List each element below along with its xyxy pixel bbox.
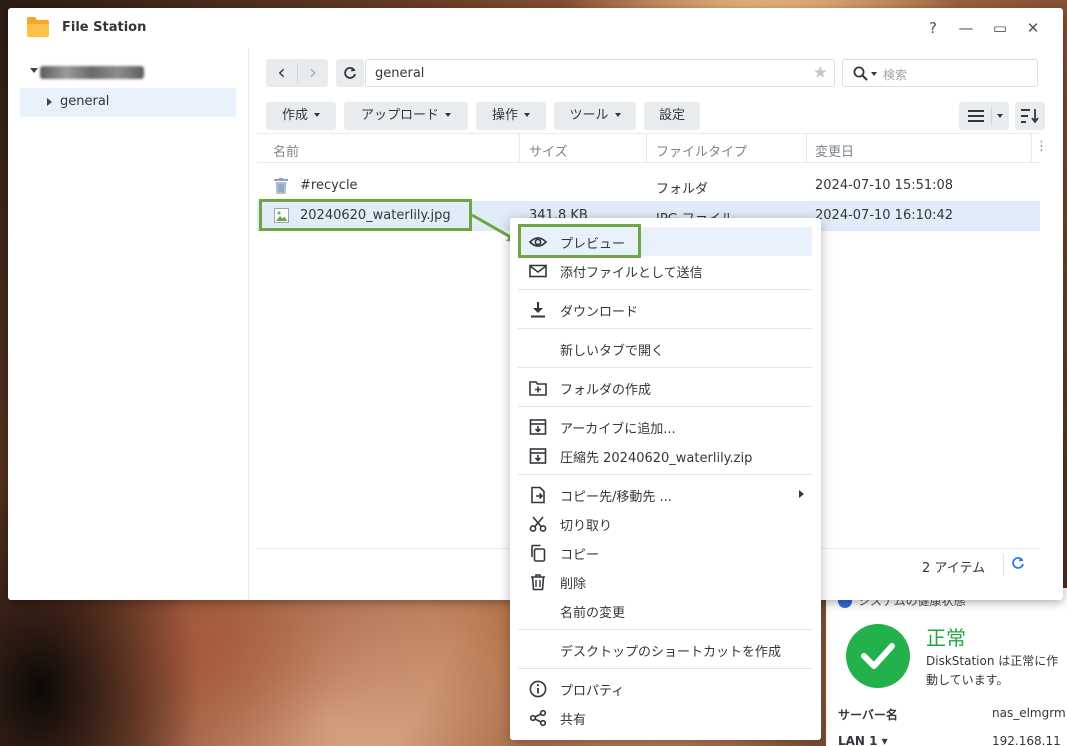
nav-group: ‹ ›: [266, 59, 328, 87]
tools-button[interactable]: ツール: [554, 102, 636, 130]
upload-button[interactable]: アップロード: [344, 102, 468, 130]
menu-item-copy-move[interactable]: コピー先/移動先 ...: [518, 480, 812, 509]
column-divider: [806, 134, 807, 163]
help-button[interactable]: ?: [923, 18, 943, 38]
menu-item-properties[interactable]: プロパティ: [518, 674, 812, 703]
back-button[interactable]: ‹: [266, 59, 297, 87]
scissors-icon: [529, 516, 547, 532]
file-modified: 2024-07-10 15:51:08: [815, 178, 954, 193]
menu-separator: [518, 668, 812, 669]
column-options-icon[interactable]: ⋮: [1035, 139, 1048, 154]
column-name[interactable]: 名前: [273, 141, 299, 160]
column-divider: [519, 134, 520, 163]
tree-item-general[interactable]: general: [20, 88, 236, 117]
column-type[interactable]: ファイルタイプ: [656, 141, 747, 160]
menu-separator: [518, 629, 812, 630]
status-separator: [1003, 554, 1004, 576]
menu-item-create-folder[interactable]: フォルダの作成: [518, 373, 812, 402]
folder-plus-icon: [529, 381, 547, 396]
copy-icon: [531, 544, 546, 562]
redacted-server-name: [40, 66, 144, 79]
menu-item-rename[interactable]: 名前の変更: [518, 596, 812, 625]
menu-item-add-archive[interactable]: アーカイブに追加...: [518, 412, 812, 441]
file-highlight-box: [259, 199, 472, 231]
path-bar[interactable]: general ★: [365, 59, 835, 87]
expand-caret-icon[interactable]: [30, 68, 38, 73]
folder-tree-pane: general: [8, 48, 249, 600]
menu-separator: [518, 474, 812, 475]
lan-label[interactable]: LAN 1 ▾: [838, 734, 888, 746]
mail-icon: [529, 264, 547, 278]
forward-button[interactable]: ›: [298, 59, 328, 87]
column-divider: [1031, 134, 1032, 163]
server-name-value: nas_elmgrm: [992, 706, 1066, 720]
view-mode-button[interactable]: [959, 102, 1009, 130]
view-dropdown-caret[interactable]: [997, 114, 1003, 118]
trash-icon: [531, 574, 545, 591]
menu-item-share[interactable]: 共有: [518, 703, 812, 732]
submenu-arrow-icon: [799, 490, 804, 498]
menu-item-delete[interactable]: 削除: [518, 567, 812, 596]
file-type: フォルダ: [656, 182, 709, 197]
file-name: #recycle: [300, 178, 358, 193]
item-count: 2 アイテム: [922, 561, 986, 576]
preview-highlight-box: [518, 224, 641, 258]
favorite-star-icon[interactable]: ★: [813, 63, 828, 83]
file-list-header: 名前 サイズ ファイルタイプ 変更日 ⋮: [257, 133, 1048, 163]
create-button[interactable]: 作成: [266, 102, 336, 130]
search-input[interactable]: 検索: [842, 59, 1038, 87]
minimize-button[interactable]: —: [956, 18, 976, 38]
window-title: File Station: [62, 20, 147, 35]
health-description: DiskStation は正常に作動しています。: [926, 654, 1059, 687]
health-status: 正常: [926, 626, 966, 650]
refresh-button[interactable]: [336, 59, 364, 87]
tree-item-label: general: [60, 94, 110, 109]
title-bar[interactable]: File Station ? — ▭ ✕: [8, 8, 1063, 48]
menu-separator: [518, 328, 812, 329]
file-modified: 2024-07-10 16:10:42: [815, 208, 954, 223]
folder-app-icon: [27, 17, 49, 37]
recycle-bin-icon: [274, 178, 288, 194]
menu-separator: [518, 406, 812, 407]
download-icon: [531, 302, 545, 318]
info-circle-icon: [529, 680, 547, 698]
table-row[interactable]: #recycle フォルダ 2024-07-10 15:51:08: [257, 171, 1040, 201]
menu-separator: [518, 367, 812, 368]
menu-item-compress-to[interactable]: 圧縮先 20240620_waterlily.zip: [518, 441, 812, 470]
archive-icon: [529, 448, 547, 464]
path-text: general: [375, 66, 425, 81]
menu-item-download[interactable]: ダウンロード: [518, 295, 812, 324]
menu-separator: [518, 289, 812, 290]
menu-item-open-new-tab[interactable]: 新しいタブで開く: [518, 334, 812, 363]
ok-check-icon: [846, 624, 910, 688]
sort-button[interactable]: [1015, 102, 1045, 130]
refresh-icon: [344, 67, 356, 79]
maximize-button[interactable]: ▭: [990, 18, 1010, 38]
view-divider: [991, 106, 992, 126]
column-size[interactable]: サイズ: [529, 141, 568, 160]
share-icon: [529, 709, 547, 727]
action-button[interactable]: 操作: [476, 102, 546, 130]
lan-value: 192.168.11: [992, 734, 1061, 746]
search-placeholder: 検索: [883, 68, 908, 82]
close-button[interactable]: ✕: [1023, 18, 1043, 38]
archive-icon: [529, 419, 547, 435]
column-divider: [646, 134, 647, 163]
menu-item-send-email[interactable]: 添付ファイルとして送信: [518, 256, 812, 285]
settings-button[interactable]: 設定: [644, 102, 700, 130]
list-refresh-icon[interactable]: [1011, 556, 1025, 570]
list-view-icon: [968, 110, 984, 122]
collapse-caret-icon[interactable]: [47, 98, 52, 106]
server-name-label: サーバー名: [838, 708, 898, 722]
search-dropdown-caret[interactable]: [871, 72, 877, 76]
copy-to-icon: [531, 486, 545, 504]
system-health-widget: システムの健康状態 正常 DiskStation は正常に作動しています。 サー…: [826, 588, 1067, 746]
sort-icon: [1021, 109, 1039, 123]
search-icon: [853, 66, 868, 81]
menu-item-cut[interactable]: 切り取り: [518, 509, 812, 538]
context-menu: プレビュー 添付ファイルとして送信 ダウンロード 新しいタブで開く フォルダの作…: [510, 218, 821, 740]
menu-item-desktop-shortcut[interactable]: デスクトップのショートカットを作成: [518, 635, 812, 664]
column-modified[interactable]: 変更日: [815, 141, 854, 160]
menu-item-copy[interactable]: コピー: [518, 538, 812, 567]
